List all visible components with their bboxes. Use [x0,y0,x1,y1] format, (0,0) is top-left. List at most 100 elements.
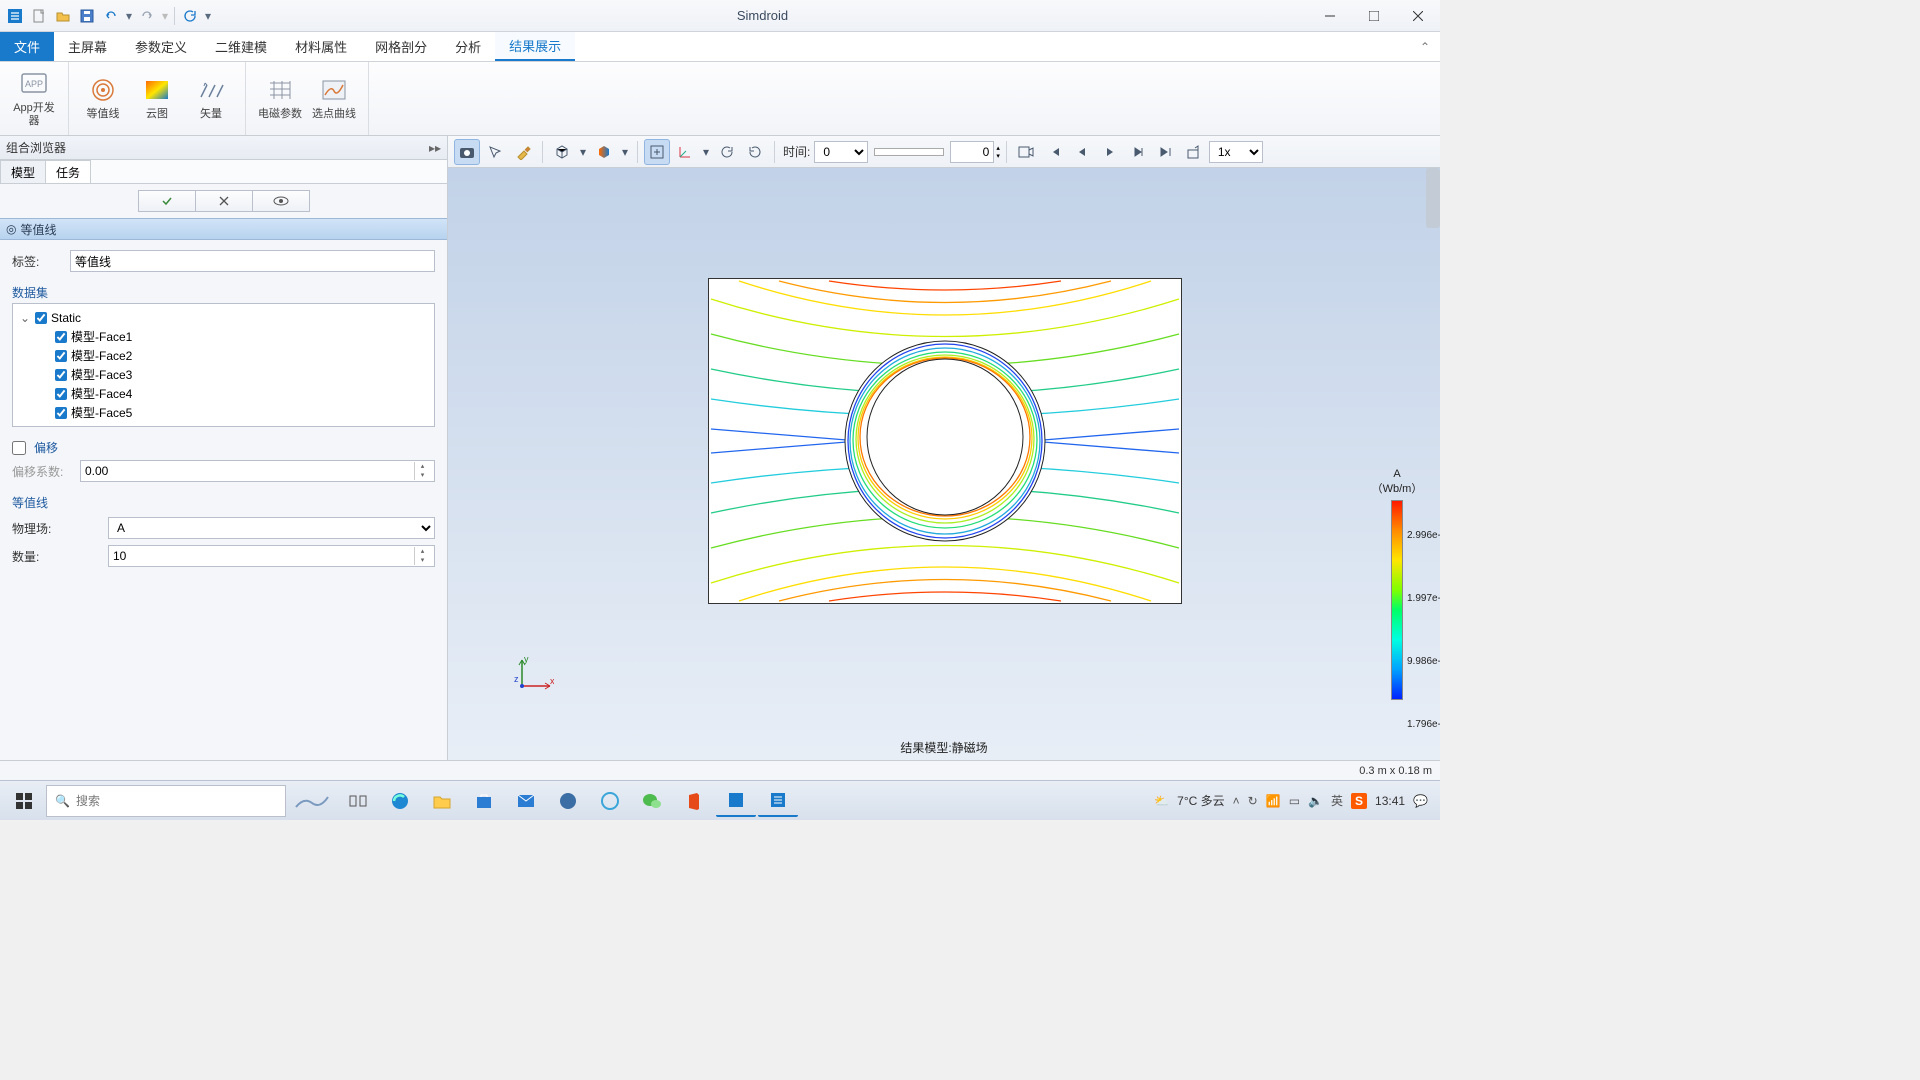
chevron-up-icon[interactable]: ˄ [1233,794,1240,808]
tab-mesh[interactable]: 网格剖分 [361,32,441,61]
tree-checkbox[interactable] [55,369,67,381]
close-button[interactable] [1396,0,1440,32]
save-icon[interactable] [76,5,98,27]
spin-down-icon[interactable]: ▾ [414,556,430,565]
notifications-icon[interactable]: 💬 [1413,794,1428,808]
count-input[interactable]: ▴▾ [108,545,435,567]
spin-up-icon[interactable]: ▴ [996,144,1000,152]
vector-button[interactable]: 矢量 [185,66,237,132]
speed-select[interactable]: 1x [1209,141,1263,163]
tab-results[interactable]: 结果展示 [495,32,575,61]
frame-input[interactable] [950,141,994,163]
simdroid-app2-icon[interactable] [758,785,798,817]
export-icon[interactable] [1181,139,1207,165]
cancel-button[interactable] [195,190,253,212]
tree-checkbox[interactable] [35,312,47,324]
weather-icon[interactable]: ⛅ [1154,794,1169,808]
start-button[interactable] [4,785,44,817]
dropdown-icon[interactable]: ▾ [619,139,631,165]
dropdown-icon[interactable]: ▾ [577,139,589,165]
wechat-icon[interactable] [632,785,672,817]
select-icon[interactable] [482,139,508,165]
tree-checkbox[interactable] [55,331,67,343]
pick-curve-button[interactable]: 选点曲线 [308,66,360,132]
prev-icon[interactable] [1069,139,1095,165]
tab-analysis[interactable]: 分析 [441,32,495,61]
spin-up-icon[interactable]: ▴ [414,547,430,556]
clock[interactable]: 13:41 [1375,794,1405,808]
sync-icon[interactable]: ↻ [1248,794,1258,808]
play-icon[interactable] [1097,139,1123,165]
task-landscape-icon[interactable] [288,785,336,817]
sogou-icon[interactable]: S [1351,793,1367,809]
contour-button[interactable]: 等值线 [77,66,129,132]
task-view-icon[interactable] [338,785,378,817]
battery-icon[interactable]: ▭ [1289,794,1300,808]
tab-materials[interactable]: 材料属性 [281,32,361,61]
preview-button[interactable] [252,190,310,212]
offset-coeff-input[interactable]: ▴▾ [80,460,435,482]
store-icon[interactable] [464,785,504,817]
label-input[interactable] [70,250,435,272]
tree-item[interactable]: 模型-Face3 [19,365,428,384]
undo-icon[interactable] [100,5,122,27]
volume-icon[interactable]: 🔈 [1308,794,1323,808]
tab-model[interactable]: 模型 [0,160,46,183]
tree-checkbox[interactable] [55,388,67,400]
first-icon[interactable] [1041,139,1067,165]
refresh-dropdown-icon[interactable]: ▾ [203,5,213,27]
offset-checkbox[interactable] [12,441,26,455]
ime-indicator[interactable]: 英 [1331,792,1343,809]
refresh-icon[interactable] [179,5,201,27]
spin-down-icon[interactable]: ▾ [414,471,430,480]
fit-icon[interactable] [644,139,670,165]
taskbar-search[interactable]: 🔍 搜索 [46,785,286,817]
collapse-ribbon-icon[interactable]: ⌃ [1410,32,1440,61]
maximize-button[interactable] [1352,0,1396,32]
edge-icon[interactable] [380,785,420,817]
em-params-button[interactable]: 电磁参数 [254,66,306,132]
apply-button[interactable] [138,190,196,212]
color-cube-icon[interactable] [591,139,617,165]
app-developer-button[interactable]: APP App开发器 [8,66,60,132]
record-icon[interactable] [1013,139,1039,165]
rotate-cw-icon[interactable] [714,139,740,165]
tree-item[interactable]: 模型-Face1 [19,327,428,346]
weather-text[interactable]: 7°C 多云 [1177,792,1224,809]
time-slider[interactable] [874,148,944,156]
last-icon[interactable] [1153,139,1179,165]
redo-icon[interactable] [136,5,158,27]
wifi-icon[interactable]: 📶 [1266,794,1281,808]
tree-root[interactable]: ⌄ Static [19,308,428,327]
tree-checkbox[interactable] [55,350,67,362]
tab-home[interactable]: 主屏幕 [54,32,121,61]
rotate-ccw-icon[interactable] [742,139,768,165]
pin-icon[interactable]: ▸▸ [429,141,441,155]
tree-item[interactable]: 模型-Face2 [19,346,428,365]
explorer-icon[interactable] [422,785,462,817]
brush-icon[interactable] [510,139,536,165]
dropdown-icon[interactable]: ▾ [700,139,712,165]
redo-dropdown-icon[interactable]: ▾ [160,5,170,27]
mail-icon[interactable] [506,785,546,817]
tree-checkbox[interactable] [55,407,67,419]
simdroid-app1-icon[interactable] [716,785,756,817]
tab-2d-model[interactable]: 二维建模 [201,32,281,61]
minimize-button[interactable] [1308,0,1352,32]
axis-icon[interactable] [672,139,698,165]
tab-task[interactable]: 任务 [45,160,91,183]
tab-params[interactable]: 参数定义 [121,32,201,61]
open-icon[interactable] [52,5,74,27]
new-icon[interactable] [28,5,50,27]
edge-alt-icon[interactable] [548,785,588,817]
viewport-canvas[interactable]: y x z 结果模型:静磁场 A （Wb/m） 2.996e-07 1.997e… [448,168,1440,760]
camera-icon[interactable] [454,139,480,165]
undo-dropdown-icon[interactable]: ▾ [124,5,134,27]
app-icon[interactable] [4,5,26,27]
time-select[interactable]: 0 [814,141,868,163]
collapse-icon[interactable]: ⌄ [19,311,31,325]
cloud-button[interactable]: 云图 [131,66,183,132]
next-icon[interactable] [1125,139,1151,165]
tree-item[interactable]: 模型-Face4 [19,384,428,403]
spin-up-icon[interactable]: ▴ [414,462,430,471]
